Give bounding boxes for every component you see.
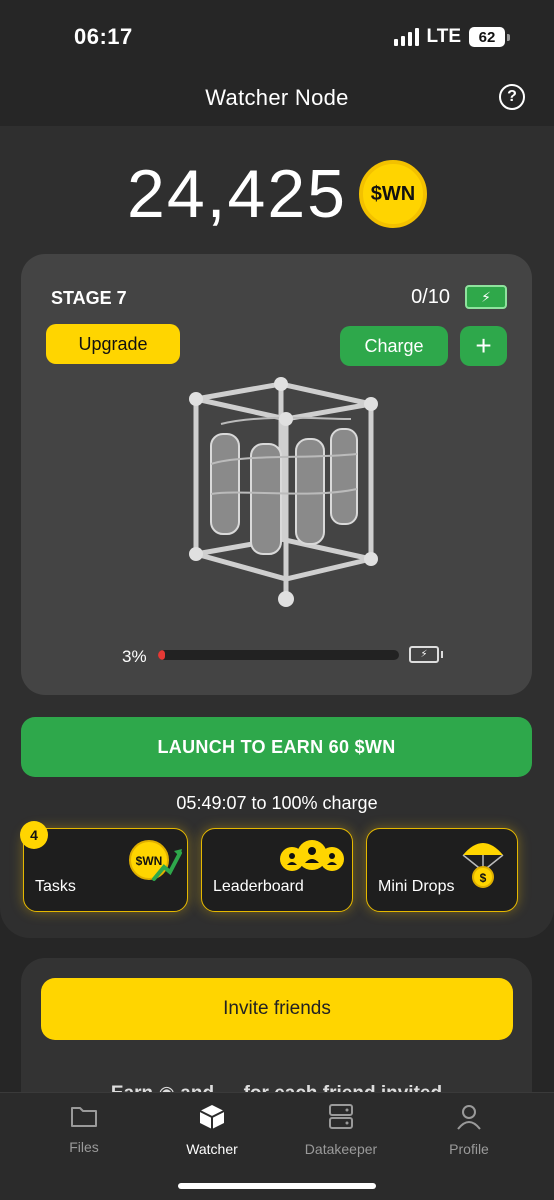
charge-count: 0/10 (411, 286, 450, 308)
signal-icon (393, 28, 419, 46)
tasks-tile[interactable]: 4 $WN Tasks (20, 821, 188, 912)
plus-icon: + (475, 330, 492, 361)
balance-value: 24,425 (127, 156, 347, 232)
mini-drops-label: Mini Drops (378, 878, 455, 895)
leaderboard-label: Leaderboard (213, 878, 304, 895)
cube-icon (199, 1105, 225, 1129)
battery-icon: 62 (469, 27, 510, 47)
charge-progress-label: 3% (122, 647, 147, 666)
battery-level: 62 (469, 27, 505, 47)
page-title: Watcher Node (205, 85, 349, 110)
nav-profile-label: Profile (449, 1141, 489, 1157)
home-indicator (178, 1183, 376, 1189)
leaderboard-icon (280, 840, 344, 871)
tasks-label: Tasks (35, 878, 76, 895)
nav-watcher[interactable]: Watcher (157, 1103, 267, 1157)
server-icon (329, 1104, 353, 1129)
coin-label: $WN (370, 182, 416, 205)
add-charge-button[interactable]: + (460, 326, 507, 366)
nav-files-label: Files (69, 1139, 99, 1155)
app-header: Watcher Node ? (0, 70, 554, 126)
charged-battery-icon: ⚡ (465, 285, 507, 309)
folder-icon (71, 1107, 97, 1127)
network-label: LTE (426, 26, 461, 47)
wn-growth-icon: $WN (129, 840, 182, 881)
leaderboard-tile[interactable]: Leaderboard (201, 828, 353, 912)
mini-drops-tile[interactable]: $ Mini Drops (366, 828, 518, 912)
balance-display: 24,425 $WN (0, 160, 554, 228)
stage-card: STAGE 7 0/10 ⚡ Upgrade Charge + 3% ⚡ (21, 254, 532, 695)
person-icon (457, 1105, 481, 1130)
parachute-coin-icon: $ (462, 843, 504, 888)
status-indicators: LTE 62 (393, 26, 510, 48)
wn-coin-icon: $WN (358, 160, 427, 228)
help-button[interactable]: ? (499, 84, 525, 110)
nav-profile[interactable]: Profile (414, 1103, 524, 1157)
tasks-count-badge: 4 (20, 821, 48, 849)
status-bar: 06:17 LTE 62 (0, 0, 554, 70)
help-icon: ? (507, 88, 517, 105)
launch-button[interactable]: LAUNCH TO EARN 60 $WN (21, 717, 532, 777)
nav-files[interactable]: Files (29, 1103, 139, 1155)
invite-friends-button[interactable]: Invite friends (41, 978, 513, 1040)
charge-countdown: 05:49:07 to 100% charge (176, 793, 378, 813)
nav-watcher-label: Watcher (186, 1141, 238, 1157)
tasks-icon-text: $WN (136, 854, 163, 868)
charge-progress-fill (158, 650, 166, 660)
status-time: 06:17 (74, 24, 133, 49)
node-machine-image (189, 377, 378, 607)
battery-charging-icon: ⚡ (409, 646, 439, 663)
charge-progress-bar (158, 650, 399, 660)
nav-datakeeper[interactable]: Datakeeper (286, 1103, 396, 1157)
stage-label: STAGE 7 (51, 288, 127, 308)
drops-icon-text: $ (480, 871, 487, 885)
upgrade-button[interactable]: Upgrade (46, 324, 180, 364)
nav-datakeeper-label: Datakeeper (304, 1141, 378, 1157)
charge-button[interactable]: Charge (340, 326, 448, 366)
